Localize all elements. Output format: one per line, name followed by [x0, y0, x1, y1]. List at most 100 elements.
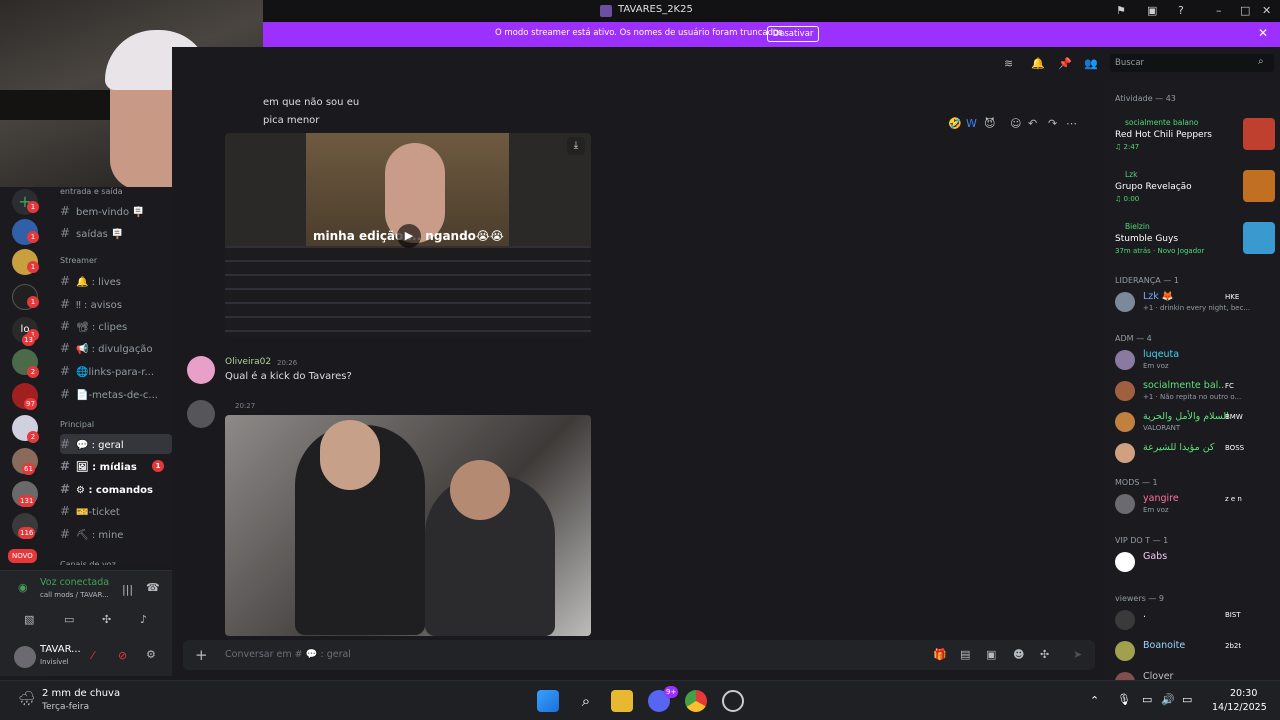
member-item[interactable]: السلام والأمل والحرية BMW VALORANT: [1115, 410, 1275, 436]
reaction-laugh-icon[interactable]: 🤣: [948, 117, 962, 130]
minimize-icon[interactable]: –: [1216, 4, 1222, 17]
video-attachment[interactable]: minha edição ... ngando😭😭 ▶ ⤓: [225, 133, 591, 337]
member-item[interactable]: Boanoite 2b2t: [1115, 639, 1275, 665]
channel-category[interactable]: Principal: [60, 420, 94, 429]
gift-icon[interactable]: 🎁: [933, 648, 947, 661]
channel-item[interactable]: # 💬 : geral: [60, 434, 172, 454]
help-icon[interactable]: ?: [1178, 4, 1184, 17]
sticker-icon[interactable]: ▣: [986, 648, 996, 661]
send-icon[interactable]: ➤: [1073, 648, 1082, 661]
add-reaction-icon[interactable]: ☺: [1010, 117, 1021, 130]
reply-icon[interactable]: ↶: [1028, 117, 1037, 130]
bell-icon[interactable]: 🔔: [1031, 57, 1045, 70]
discord-badge: 9+: [664, 686, 679, 698]
member-group-header: ADM — 4: [1115, 334, 1152, 343]
deafen-icon[interactable]: ⊘: [118, 649, 127, 662]
chrome-icon[interactable]: [685, 690, 707, 712]
clock-time[interactable]: 20:30: [1230, 688, 1257, 699]
file-explorer-icon[interactable]: [611, 690, 633, 712]
activity-card[interactable]: Bielzin Stumble Guys 37m atrás · Novo Joga…: [1115, 222, 1275, 260]
gif-icon[interactable]: ▤: [960, 648, 970, 661]
disconnect-icon[interactable]: ☎: [146, 581, 160, 594]
member-name: Lzk 🦊: [1143, 291, 1174, 302]
activity-card[interactable]: socialmente balano Red Hot Chili Peppers ♫…: [1115, 118, 1275, 156]
channel-category[interactable]: entrada e saída: [60, 187, 123, 196]
channel-item[interactable]: # ⚙ : comandos: [60, 479, 172, 499]
weather-text[interactable]: 2 mm de chuva: [42, 688, 120, 699]
start-icon[interactable]: [537, 690, 559, 712]
close-icon[interactable]: ✕: [1262, 4, 1271, 17]
member-item[interactable]: Lzk 🦊 HKE +1 · drinkin every night, bec...: [1115, 290, 1275, 316]
more-icon[interactable]: ⋯: [1066, 117, 1077, 130]
inbox-icon[interactable]: ⚑: [1116, 4, 1126, 17]
mute-icon[interactable]: ⁄: [92, 649, 94, 662]
pin-icon[interactable]: 📌: [1058, 57, 1072, 70]
quickswitcher-icon[interactable]: ▣: [1147, 4, 1157, 17]
add-attachment-icon[interactable]: +: [195, 646, 208, 664]
server-badge: 2: [27, 366, 39, 378]
channel-item[interactable]: # ‼ : avisos: [60, 294, 172, 314]
reaction-w-icon[interactable]: W: [966, 117, 977, 130]
download-icon[interactable]: ⤓: [567, 137, 585, 155]
channel-item[interactable]: # 🔔 : lives: [60, 271, 172, 291]
member-item[interactable]: كن مؤيدا للشيرعة BOSS: [1115, 441, 1275, 467]
channel-item[interactable]: # 🌐links-para-r...: [60, 361, 172, 381]
threads-icon[interactable]: ≋: [1004, 57, 1013, 70]
search-input[interactable]: Buscar ⌕: [1110, 54, 1274, 72]
avatar[interactable]: [187, 400, 215, 428]
activity-header[interactable]: Atividade — 43: [1115, 94, 1176, 103]
channel-item[interactable]: # saídas 🪧: [60, 223, 172, 243]
avatar[interactable]: [187, 356, 215, 384]
signal-icon[interactable]: ◉: [18, 581, 28, 594]
channel-item[interactable]: # 📽 : clipes: [60, 316, 172, 336]
channel-item[interactable]: # 📢 : divulgação: [60, 338, 172, 358]
message-text: Qual é a kick do Tavares?: [225, 371, 352, 382]
search-taskbar-icon[interactable]: ⌕: [575, 690, 597, 712]
channel-item[interactable]: # 🖼 : mídias 1: [60, 456, 172, 476]
server-badge: 97: [24, 398, 37, 410]
channel-item[interactable]: # ⛏ : mine: [60, 524, 172, 544]
volume-icon[interactable]: 🔊: [1161, 693, 1175, 706]
network-icon[interactable]: ▭: [1142, 693, 1152, 706]
message-composer[interactable]: + Conversar em # 💬 : geral 🎁 ▤ ▣ ☻ ✣ ➤: [183, 640, 1095, 670]
channel-item[interactable]: # 📄-metas-de-c...: [60, 384, 172, 404]
tray-expand-icon[interactable]: ⌃: [1090, 694, 1099, 707]
forward-icon[interactable]: ↷: [1048, 117, 1057, 130]
message-author[interactable]: Oliveira02: [225, 357, 271, 367]
soundboard-button-icon[interactable]: ♪: [140, 613, 147, 626]
voice-channel[interactable]: call mods / TAVAR...: [40, 591, 109, 599]
member-list-icon[interactable]: 👥: [1084, 57, 1098, 70]
app-icon[interactable]: [722, 690, 744, 712]
battery-icon[interactable]: ▭: [1182, 693, 1192, 706]
hash-icon: #: [60, 482, 71, 496]
apps-icon[interactable]: ✣: [1040, 648, 1049, 661]
message-text: pica menor: [263, 115, 320, 126]
play-icon[interactable]: ▶: [397, 224, 421, 248]
member-item[interactable]: Clover: [1115, 670, 1275, 680]
activity-card[interactable]: Lzk Grupo Revelação ♫ 0:00: [1115, 170, 1275, 208]
channel-item[interactable]: # bem-vindo 🪧: [60, 201, 172, 221]
mic-icon[interactable]: 🎙: [1117, 693, 1131, 706]
member-item[interactable]: yangire z e n Em voz: [1115, 492, 1275, 518]
clock-date[interactable]: 14/12/2025: [1212, 702, 1267, 713]
disable-streamer-button[interactable]: Desativar: [767, 26, 819, 42]
camera-off-icon[interactable]: ▧: [24, 613, 34, 626]
activities-icon[interactable]: ✣: [102, 613, 111, 626]
image-attachment[interactable]: [225, 415, 591, 636]
settings-icon[interactable]: ⚙: [146, 648, 156, 661]
channel-category[interactable]: Canais de voz: [60, 560, 116, 565]
soundboard-icon[interactable]: |||: [122, 583, 133, 596]
reaction-devil-icon[interactable]: 😈: [984, 117, 995, 130]
weather-icon[interactable]: 🌧: [18, 691, 36, 707]
member-item[interactable]: Gabs: [1115, 550, 1275, 576]
channel-category[interactable]: Streamer: [60, 256, 97, 265]
member-item[interactable]: socialmente bal... FC +1 · Não repita no o…: [1115, 379, 1275, 405]
channel-item[interactable]: # 🎫-ticket: [60, 501, 172, 521]
member-item[interactable]: luqeuta Em voz: [1115, 348, 1275, 374]
screenshare-icon[interactable]: ▭: [64, 613, 74, 626]
avatar[interactable]: [14, 646, 36, 668]
banner-close-icon[interactable]: ✕: [1258, 26, 1268, 40]
emoji-icon[interactable]: ☻: [1013, 648, 1024, 661]
member-item[interactable]: . BIST: [1115, 608, 1275, 634]
maximize-icon[interactable]: □: [1240, 4, 1250, 17]
